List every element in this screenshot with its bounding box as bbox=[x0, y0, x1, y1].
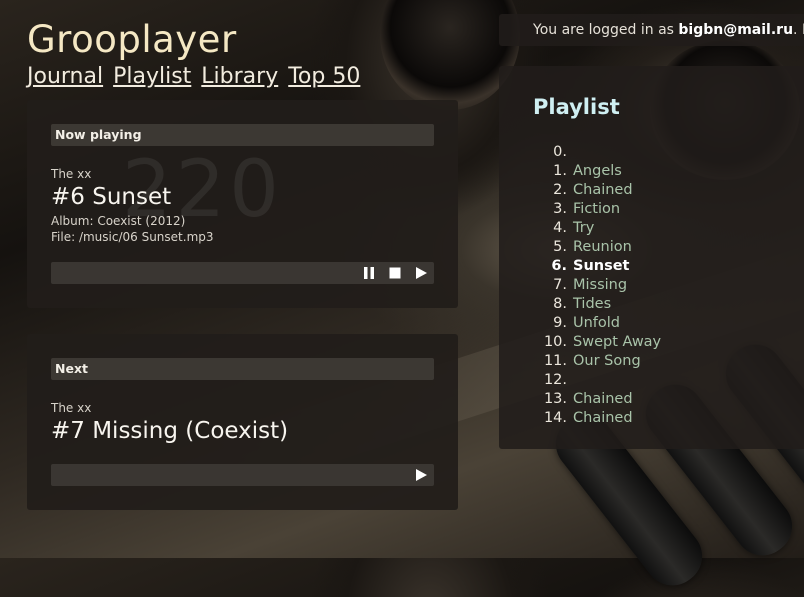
playlist-item-number: 14. bbox=[543, 410, 567, 426]
playlist-panel: Playlist 0. 1. Angels 2. Chained 3. Fiction 4. T… bbox=[499, 66, 804, 449]
playlist-item-name[interactable]: Try bbox=[573, 219, 594, 238]
playlist-item-number: 1. bbox=[553, 163, 567, 179]
playlist-item-number: 7. bbox=[553, 277, 567, 293]
playlist-item-name[interactable]: Angels bbox=[573, 162, 622, 181]
nav-library[interactable]: Library bbox=[201, 64, 278, 89]
nav-playlist[interactable]: Playlist bbox=[113, 64, 191, 89]
playlist-item-number: 13. bbox=[543, 391, 567, 407]
next-header: Next bbox=[51, 358, 434, 380]
playlist-item[interactable]: 11. Our Song bbox=[499, 352, 799, 371]
playlist-list: 0. 1. Angels 2. Chained 3. Fiction 4. Try 5. Reuni… bbox=[499, 143, 799, 428]
playlist-item[interactable]: 2. Chained bbox=[499, 181, 799, 200]
playlist-item[interactable]: 6. Sunset bbox=[499, 257, 799, 276]
play-icon[interactable] bbox=[414, 266, 428, 280]
playlist-item-name[interactable]: Swept Away bbox=[573, 333, 661, 352]
playlist-item[interactable]: 13. Chained bbox=[499, 390, 799, 409]
stop-icon[interactable] bbox=[388, 266, 402, 280]
playlist-item-number: 2. bbox=[553, 182, 567, 198]
now-playing-album: Album: Coexist (2012) bbox=[51, 214, 186, 228]
playlist-item[interactable]: 0. bbox=[499, 143, 799, 162]
now-playing-artist: The xx bbox=[51, 167, 92, 181]
playlist-item[interactable]: 9. Unfold bbox=[499, 314, 799, 333]
login-user[interactable]: bigbn@mail.ru bbox=[678, 22, 793, 38]
main-nav: Journal Playlist Library Top 50 bbox=[27, 64, 360, 89]
playlist-item-name[interactable]: Chained bbox=[573, 181, 633, 200]
playlist-item[interactable]: 10. Swept Away bbox=[499, 333, 799, 352]
now-playing-panel: 220 Now playing The xx #6 Sunset Album: … bbox=[27, 100, 458, 308]
playlist-item-name[interactable]: Chained bbox=[573, 390, 633, 409]
playlist-item-number: 10. bbox=[543, 334, 567, 350]
playlist-item-number: 9. bbox=[553, 315, 567, 331]
playlist-item-name[interactable]: Tides bbox=[573, 295, 611, 314]
playlist-title: Playlist bbox=[533, 95, 620, 119]
playlist-item-name[interactable]: Reunion bbox=[573, 238, 632, 257]
play-icon[interactable] bbox=[414, 468, 428, 482]
pause-icon[interactable] bbox=[362, 266, 376, 280]
next-title: #7 Missing (Coexist) bbox=[51, 418, 289, 444]
playlist-item-name[interactable]: Fiction bbox=[573, 200, 620, 219]
playlist-item-number: 0. bbox=[553, 144, 567, 160]
playlist-item-name[interactable]: Unfold bbox=[573, 314, 620, 333]
login-status: You are logged in as bigbn@mail.ru. L bbox=[499, 14, 804, 46]
now-playing-label: Now playing bbox=[55, 127, 142, 142]
next-artist: The xx bbox=[51, 401, 92, 415]
playlist-item-number: 5. bbox=[553, 239, 567, 255]
playlist-item[interactable]: 12. bbox=[499, 371, 799, 390]
playlist-item[interactable]: 7. Missing bbox=[499, 276, 799, 295]
login-prefix: You are logged in as bbox=[533, 22, 674, 38]
playlist-item-number: 3. bbox=[553, 201, 567, 217]
playlist-item-number: 4. bbox=[553, 220, 567, 236]
playlist-item-name[interactable]: Missing bbox=[573, 276, 627, 295]
playlist-item[interactable]: 3. Fiction bbox=[499, 200, 799, 219]
playlist-item-name[interactable]: Chained bbox=[573, 409, 633, 428]
login-text: You are logged in as bigbn@mail.ru. L bbox=[533, 22, 804, 38]
now-playing-title: #6 Sunset bbox=[51, 184, 172, 210]
playlist-item-number: 6. bbox=[551, 258, 567, 274]
nav-top50[interactable]: Top 50 bbox=[288, 64, 360, 89]
playlist-item[interactable]: 4. Try bbox=[499, 219, 799, 238]
playlist-item-number: 8. bbox=[553, 296, 567, 312]
now-playing-header: Now playing bbox=[51, 124, 434, 146]
playlist-item-number: 11. bbox=[543, 353, 567, 369]
next-controls[interactable] bbox=[51, 464, 434, 486]
playlist-item[interactable]: 14. Chained bbox=[499, 409, 799, 428]
next-label: Next bbox=[55, 361, 88, 376]
playlist-item[interactable]: 8. Tides bbox=[499, 295, 799, 314]
now-playing-file: File: /music/06 Sunset.mp3 bbox=[51, 230, 214, 244]
app-logo: Grooplayer bbox=[27, 18, 237, 61]
playlist-item-name[interactable]: Sunset bbox=[573, 257, 630, 276]
playlist-item-name[interactable]: Our Song bbox=[573, 352, 641, 371]
playlist-item[interactable]: 1. Angels bbox=[499, 162, 799, 181]
nav-journal[interactable]: Journal bbox=[27, 64, 103, 89]
playlist-item-number: 12. bbox=[543, 372, 567, 388]
login-suffix[interactable]: . L bbox=[793, 22, 804, 38]
playlist-item[interactable]: 5. Reunion bbox=[499, 238, 799, 257]
now-playing-controls[interactable] bbox=[51, 262, 434, 284]
next-panel: Next The xx #7 Missing (Coexist) bbox=[27, 334, 458, 510]
